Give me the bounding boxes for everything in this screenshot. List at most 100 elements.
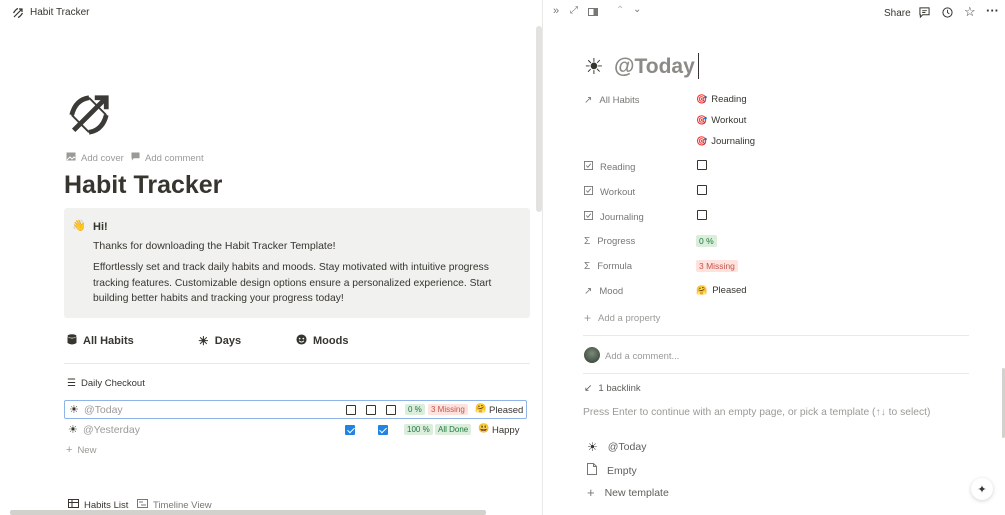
sigma-icon: Σ — [584, 236, 591, 247]
page-bow-arrow-icon[interactable] — [66, 92, 112, 143]
mood-emoji-icon: 🤗 — [475, 403, 487, 413]
divider — [583, 373, 969, 374]
bow-arrow-icon — [12, 6, 24, 24]
property-formula[interactable]: Σ Formula — [584, 261, 632, 272]
target-icon: 🎯 — [696, 136, 708, 146]
peek-page-title[interactable]: @Today — [614, 55, 695, 79]
waving-hand-icon: 👋 — [72, 220, 86, 232]
close-peek-icon[interactable]: » — [553, 5, 559, 17]
sun-icon: ☀ — [587, 440, 598, 454]
clock-icon[interactable] — [942, 7, 953, 21]
table-row[interactable]: ☀ @Yesterday 100 % All Done 😃 Happy — [64, 421, 527, 440]
topbar-page-title[interactable]: Habit Tracker — [30, 7, 89, 18]
tab-all-habits[interactable]: All Habits — [67, 334, 134, 348]
arrow-up-right-icon: ↗ — [584, 286, 593, 297]
callout-paragraph-line-3: building better habits and tracking your… — [93, 293, 344, 304]
horizontal-scrollbar[interactable] — [10, 510, 486, 515]
database-tabs: All Habits ☀ Days Moods — [64, 332, 530, 364]
more-icon[interactable]: ··· — [986, 3, 999, 18]
comment-icon — [131, 152, 140, 164]
property-all-habits[interactable]: ↗ All Habits — [584, 95, 640, 106]
vertical-scrollbar[interactable] — [536, 26, 542, 212]
smile-icon — [296, 334, 307, 348]
main-page: Habit Tracker Add cover Add comment Habi… — [0, 0, 542, 515]
comment-input[interactable]: Add a comment... — [605, 351, 679, 362]
mood-emoji-icon: 😃 — [478, 423, 490, 433]
list-icon: ☰ — [67, 378, 76, 389]
callout-heading: Hi! — [93, 221, 108, 233]
comment-icon[interactable] — [919, 7, 930, 21]
mood-value: Happy — [492, 425, 520, 436]
workout-checkbox[interactable] — [697, 185, 707, 195]
mood-value: Pleased — [489, 405, 524, 416]
journaling-checkbox[interactable] — [697, 210, 707, 220]
view-title[interactable]: ☰ Daily Checkout — [67, 378, 145, 389]
tab-days[interactable]: ☀ Days — [198, 334, 241, 348]
sun-icon: ☀ — [198, 334, 209, 348]
chevron-up-icon[interactable]: ⌃ — [616, 5, 624, 16]
page-title[interactable]: Habit Tracker — [64, 171, 222, 200]
document-icon — [587, 463, 597, 478]
workout-checkbox[interactable] — [377, 425, 388, 435]
relation-link[interactable]: 🎯 Workout — [696, 115, 746, 126]
ai-assistant-button[interactable]: ✦ — [971, 478, 993, 500]
add-comment-button[interactable]: Add comment — [131, 152, 204, 164]
progress-badge: 0 % — [405, 404, 425, 415]
divider — [583, 335, 969, 336]
add-cover-button[interactable]: Add cover — [66, 152, 124, 164]
formula-badge: All Done — [435, 424, 472, 435]
backlinks-toggle[interactable]: ↙ 1 backlink — [584, 383, 641, 394]
journaling-checkbox[interactable] — [386, 405, 396, 415]
relation-link[interactable]: 🎯 Reading — [696, 94, 747, 105]
formula-badge: 3 Missing — [428, 404, 468, 415]
sparkle-icon: ✦ — [977, 483, 987, 496]
mood-emoji-icon: 🤗 — [696, 285, 708, 295]
callout-block[interactable]: 👋 Hi! Thanks for downloading the Habit T… — [64, 208, 530, 318]
tab-moods[interactable]: Moods — [296, 334, 348, 348]
new-template-button[interactable]: + New template — [587, 485, 669, 500]
row-title[interactable]: @Yesterday — [83, 424, 140, 436]
mood-relation[interactable]: 🤗 Pleased — [696, 285, 747, 296]
property-journaling[interactable]: Journaling — [584, 211, 644, 223]
chevron-down-icon[interactable]: ⌄ — [633, 4, 641, 15]
property-workout[interactable]: Workout — [584, 186, 635, 198]
template-option-empty[interactable]: Empty — [587, 463, 637, 478]
target-icon: 🎯 — [696, 94, 708, 104]
arrow-down-left-icon: ↙ — [584, 383, 593, 394]
progress-badge: 0 % — [696, 235, 717, 247]
text-cursor — [698, 53, 699, 79]
reading-checkbox[interactable] — [345, 425, 355, 435]
progress-badge: 100 % — [404, 424, 433, 435]
sun-icon: ☀ — [68, 424, 78, 436]
sigma-icon: Σ — [584, 261, 591, 272]
template-option-today[interactable]: ☀ @Today — [587, 440, 646, 454]
plus-icon: + — [587, 485, 595, 500]
target-icon: 🎯 — [696, 115, 708, 125]
reading-checkbox[interactable] — [346, 405, 356, 415]
property-progress[interactable]: Σ Progress — [584, 236, 635, 247]
share-button[interactable]: Share — [884, 8, 911, 19]
sun-icon: ☀ — [69, 404, 79, 416]
panel-toggle-icon[interactable] — [588, 8, 598, 19]
table-row[interactable]: ☀ @Today 0 % 3 Missing 🤗 Pleased — [64, 400, 527, 419]
database-icon — [67, 334, 77, 348]
workout-checkbox[interactable] — [366, 405, 376, 415]
reading-checkbox[interactable] — [697, 160, 707, 170]
sun-icon: ☀ — [584, 54, 604, 79]
property-mood[interactable]: ↗ Mood — [584, 286, 623, 297]
property-reading[interactable]: Reading — [584, 161, 635, 173]
expand-icon[interactable]: ⤢ — [570, 5, 578, 16]
relation-link[interactable]: 🎯 Journaling — [696, 136, 755, 147]
avatar — [584, 347, 600, 363]
row-title[interactable]: @Today — [84, 404, 123, 416]
new-row-button[interactable]: + New — [66, 444, 96, 456]
callout-paragraph-line-2: tracking features. Customizable design o… — [93, 278, 492, 289]
template-hint: Press Enter to continue with an empty pa… — [583, 407, 931, 418]
side-peek-panel: » ⤢ ⌃ ⌄ Share ☆ ··· ☀ @Today ↗ All Habit… — [543, 0, 1005, 515]
image-icon — [66, 152, 76, 164]
add-property-button[interactable]: + Add a property — [584, 311, 660, 325]
arrow-up-right-icon: ↗ — [584, 95, 593, 106]
callout-paragraph-line-1: Effortlessly set and track daily habits … — [93, 262, 489, 273]
star-icon[interactable]: ☆ — [964, 4, 976, 20]
plus-icon: + — [584, 311, 592, 325]
